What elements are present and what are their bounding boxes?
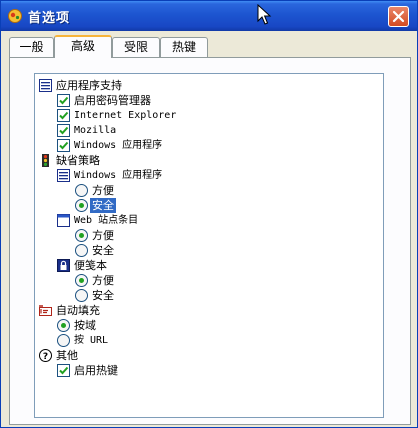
- radio-selected-icon: [75, 274, 88, 287]
- radio-selected-icon: [75, 229, 88, 242]
- lock-icon: [57, 259, 70, 272]
- tab-hotkeys[interactable]: 热键: [160, 37, 208, 57]
- list-icon: [57, 169, 70, 182]
- autofill-icon: [39, 305, 52, 316]
- tab-label: 一般: [19, 40, 44, 54]
- checkbox-label: Windows 应用程序: [74, 140, 163, 151]
- checkbox-checked-icon: [57, 364, 70, 377]
- radio-label: 安全: [90, 198, 116, 213]
- close-button[interactable]: [388, 6, 409, 27]
- checkbox-checked-icon: [57, 139, 70, 152]
- svg-text:?: ?: [43, 352, 48, 362]
- radio-label: 方便: [92, 274, 114, 287]
- tree-node-label: 便笺本: [74, 259, 107, 272]
- list-icon: [39, 79, 52, 92]
- help-icon: ?: [39, 349, 52, 362]
- tree-node-label: 应用程序支持: [56, 79, 122, 92]
- tree-node-label: 其他: [56, 349, 78, 362]
- radio-unselected-icon: [57, 334, 70, 347]
- window-icon: [57, 214, 70, 227]
- traffic-light-icon: [42, 154, 49, 167]
- radio-label: 方便: [92, 229, 114, 242]
- tab-label: 热键: [171, 40, 196, 54]
- close-icon: [392, 10, 405, 23]
- tab-advanced[interactable]: 高级: [54, 35, 112, 58]
- tree-node-label: Windows 应用程序: [74, 170, 163, 181]
- tab-strip: 一般 高级 受限 热键: [9, 35, 409, 58]
- settings-tree[interactable]: 应用程序支持 启用密码管理器 Internet Explorer Mozilla…: [34, 73, 384, 418]
- checkbox-checked-icon: [57, 124, 70, 137]
- radio-unselected-icon: [75, 184, 88, 197]
- checkbox-label: Mozilla: [74, 125, 117, 136]
- window-title: 首选项: [28, 11, 71, 26]
- advanced-panel: 应用程序支持 启用密码管理器 Internet Explorer Mozilla…: [9, 57, 411, 425]
- radio-label: 安全: [92, 289, 114, 302]
- title-bar[interactable]: 首选项: [1, 1, 417, 31]
- tab-general[interactable]: 一般: [9, 37, 54, 57]
- radio-label: 按 URL: [74, 335, 109, 346]
- tab-label: 受限: [123, 40, 148, 54]
- radio-selected-icon: [57, 319, 70, 332]
- preferences-window: 首选项 一般 高级 受限 热键 应用程序支持 启用密码管理器 Internet …: [0, 0, 418, 428]
- radio-unselected-icon: [75, 244, 88, 257]
- radio-selected-icon: [75, 199, 88, 212]
- radio-label: 方便: [92, 184, 114, 197]
- radio-label: 安全: [92, 244, 114, 257]
- tab-restricted[interactable]: 受限: [112, 37, 160, 57]
- app-icon: [8, 9, 22, 23]
- tree-node-label: Web 站点条目: [74, 215, 139, 226]
- mouse-cursor-icon: [257, 4, 272, 25]
- checkbox-label: Internet Explorer: [74, 110, 177, 121]
- checkbox-checked-icon: [57, 94, 70, 107]
- radio-label: 按域: [74, 319, 96, 332]
- checkbox-label: 启用热键: [74, 364, 118, 377]
- tree-node-label: 缺省策略: [56, 154, 100, 167]
- checkbox-label: 启用密码管理器: [74, 94, 151, 107]
- radio-unselected-icon: [75, 289, 88, 302]
- checkbox-checked-icon: [57, 109, 70, 122]
- tab-label: 高级: [70, 39, 95, 53]
- tree-node-label: 自动填充: [56, 304, 100, 317]
